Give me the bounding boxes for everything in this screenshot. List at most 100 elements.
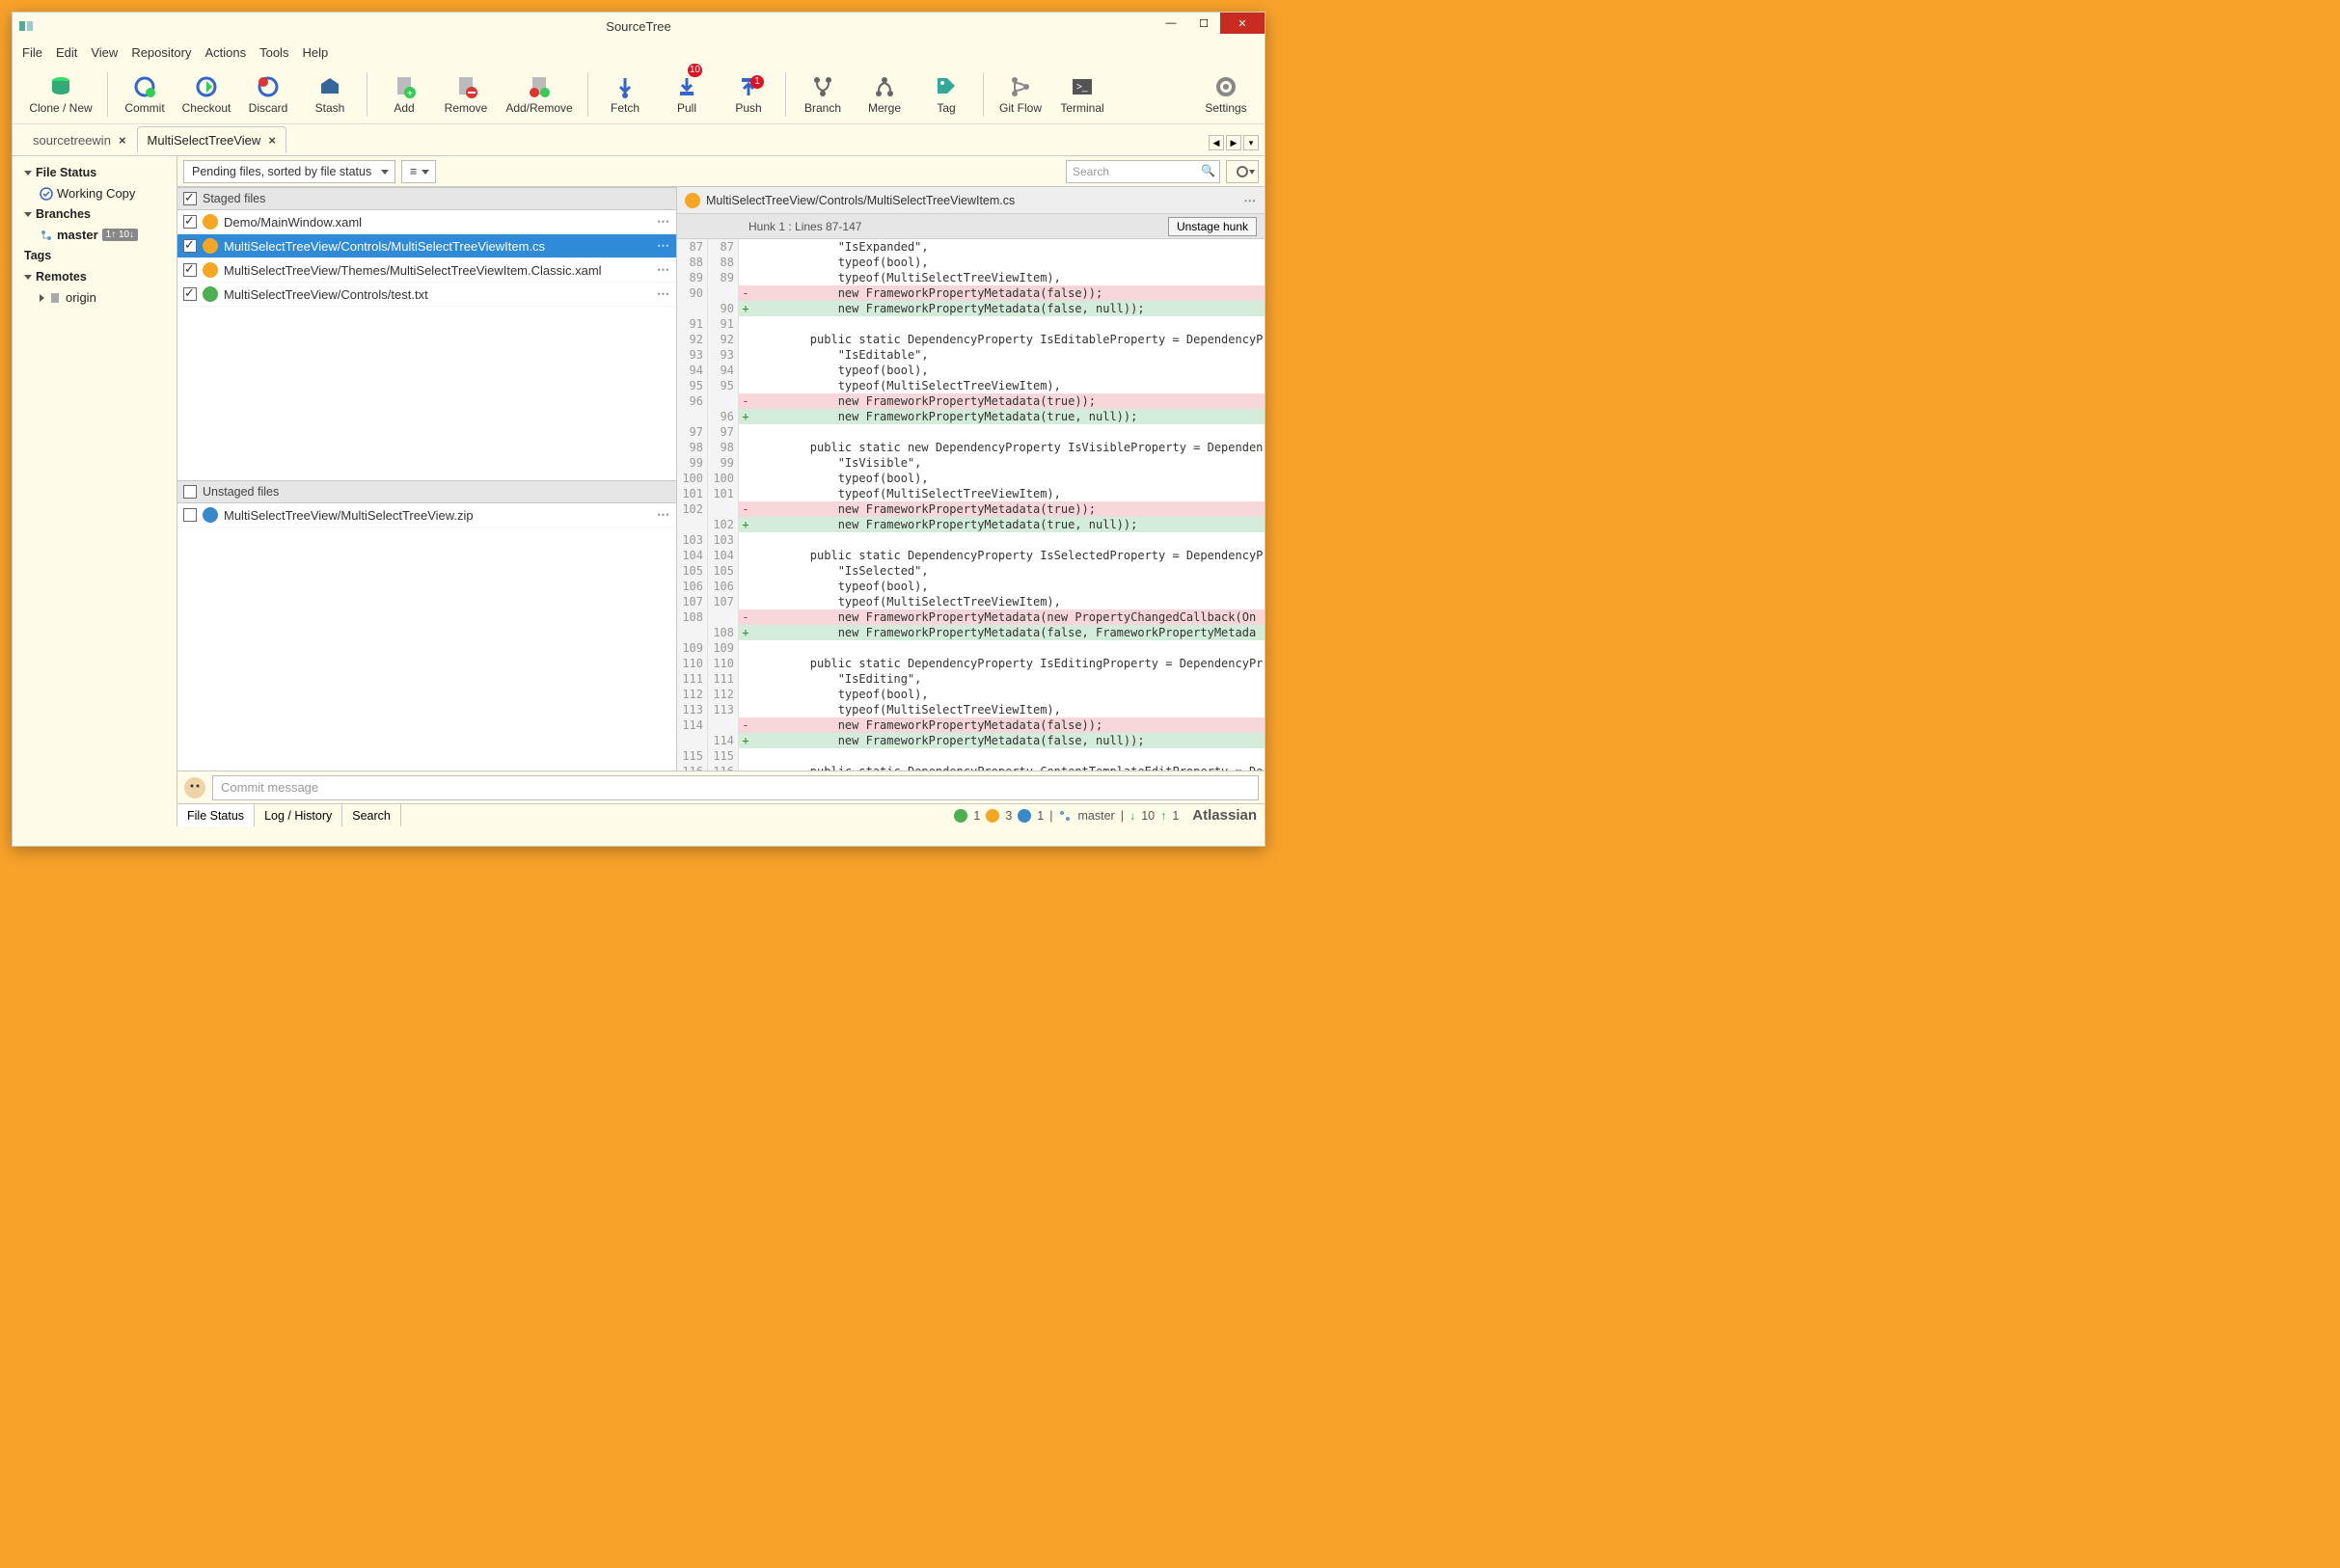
- diff-line[interactable]: 105105 "IsSelected",: [677, 563, 1265, 579]
- close-icon[interactable]: ×: [268, 133, 276, 148]
- gitflow-button[interactable]: Git Flow: [992, 66, 1049, 123]
- diff-line[interactable]: 8989 typeof(MultiSelectTreeViewItem),: [677, 270, 1265, 285]
- diff-line[interactable]: 113113 typeof(MultiSelectTreeViewItem),: [677, 702, 1265, 717]
- tab-nav-right[interactable]: ▶: [1226, 135, 1241, 150]
- diff-line[interactable]: 96- new FrameworkPropertyMetadata(true))…: [677, 393, 1265, 409]
- close-icon[interactable]: ×: [119, 133, 126, 148]
- diff-line[interactable]: 115115: [677, 748, 1265, 764]
- sidebar-origin[interactable]: origin: [16, 287, 173, 308]
- stage-all-checkbox[interactable]: [183, 192, 197, 205]
- diff-line[interactable]: 90- new FrameworkPropertyMetadata(false)…: [677, 285, 1265, 301]
- diff-line[interactable]: 8888 typeof(bool),: [677, 255, 1265, 270]
- diff-line[interactable]: 109109: [677, 640, 1265, 656]
- maximize-button[interactable]: ☐: [1187, 13, 1220, 34]
- diff-line[interactable]: 108- new FrameworkPropertyMetadata(new P…: [677, 609, 1265, 625]
- checkout-button[interactable]: Checkout: [177, 66, 235, 123]
- commit-message-input[interactable]: Commit message: [212, 775, 1259, 800]
- diff-line[interactable]: 108+ new FrameworkPropertyMetadata(false…: [677, 625, 1265, 640]
- diff-line[interactable]: 90+ new FrameworkPropertyMetadata(false,…: [677, 301, 1265, 316]
- search-input[interactable]: Search 🔍: [1066, 160, 1220, 183]
- menu-help[interactable]: Help: [302, 45, 328, 60]
- file-row[interactable]: Demo/MainWindow.xaml⋯: [177, 210, 676, 234]
- tab-filestatus[interactable]: File Status: [177, 804, 255, 826]
- tag-button[interactable]: Tag: [917, 66, 975, 123]
- diff-line[interactable]: 96+ new FrameworkPropertyMetadata(true, …: [677, 409, 1265, 424]
- diff-line[interactable]: 9292 public static DependencyProperty Is…: [677, 332, 1265, 347]
- file-menu[interactable]: ⋯: [657, 238, 670, 254]
- file-checkbox[interactable]: [183, 508, 197, 522]
- stash-button[interactable]: Stash: [301, 66, 359, 123]
- addremove-button[interactable]: Add/Remove: [499, 66, 580, 123]
- discard-button[interactable]: Discard: [239, 66, 297, 123]
- tab-multiselecttreeview[interactable]: MultiSelectTreeView×: [137, 126, 286, 153]
- filter-dropdown[interactable]: Pending files, sorted by file status: [183, 160, 395, 183]
- file-row[interactable]: MultiSelectTreeView/MultiSelectTreeView.…: [177, 503, 676, 527]
- file-row[interactable]: MultiSelectTreeView/Controls/MultiSelect…: [177, 234, 676, 258]
- diff-code[interactable]: 8787 "IsExpanded",8888 typeof(bool),8989…: [677, 239, 1265, 770]
- diff-line[interactable]: 9191: [677, 316, 1265, 332]
- tab-nav-left[interactable]: ◀: [1209, 135, 1224, 150]
- tab-sourcetreewin[interactable]: sourcetreewin×: [22, 126, 137, 153]
- diff-line[interactable]: 101101 typeof(MultiSelectTreeViewItem),: [677, 486, 1265, 501]
- file-menu[interactable]: ⋯: [657, 507, 670, 523]
- fetch-button[interactable]: Fetch: [596, 66, 654, 123]
- sidebar-workingcopy[interactable]: Working Copy: [16, 183, 173, 203]
- commit-button[interactable]: Commit: [116, 66, 174, 123]
- diff-line[interactable]: 9393 "IsEditable",: [677, 347, 1265, 363]
- merge-button[interactable]: Merge: [856, 66, 913, 123]
- sidebar-filestatus[interactable]: File Status: [16, 162, 173, 183]
- remove-button[interactable]: Remove: [437, 66, 495, 123]
- diff-line[interactable]: 8787 "IsExpanded",: [677, 239, 1265, 255]
- menu-file[interactable]: File: [22, 45, 42, 60]
- unstage-all-checkbox[interactable]: [183, 485, 197, 499]
- file-checkbox[interactable]: [183, 263, 197, 277]
- push-button[interactable]: 1 Push: [720, 66, 777, 123]
- diff-line[interactable]: 114+ new FrameworkPropertyMetadata(false…: [677, 733, 1265, 748]
- diff-line[interactable]: 114- new FrameworkPropertyMetadata(false…: [677, 717, 1265, 733]
- menu-edit[interactable]: Edit: [56, 45, 77, 60]
- sidebar-master[interactable]: master 1↑ 10↓: [16, 225, 173, 245]
- file-menu[interactable]: ⋯: [657, 214, 670, 230]
- file-menu[interactable]: ⋯: [657, 262, 670, 278]
- diff-line[interactable]: 9999 "IsVisible",: [677, 455, 1265, 471]
- branch-button[interactable]: Branch: [794, 66, 852, 123]
- diff-line[interactable]: 104104 public static DependencyProperty …: [677, 548, 1265, 563]
- tab-loghistory[interactable]: Log / History: [255, 804, 342, 826]
- sidebar-remotes[interactable]: Remotes: [16, 266, 173, 287]
- menu-repository[interactable]: Repository: [131, 45, 191, 60]
- diff-line[interactable]: 100100 typeof(bool),: [677, 471, 1265, 486]
- add-button[interactable]: + Add: [375, 66, 433, 123]
- diff-line[interactable]: 112112 typeof(bool),: [677, 687, 1265, 702]
- tab-nav-list[interactable]: ▾: [1243, 135, 1259, 150]
- file-checkbox[interactable]: [183, 215, 197, 229]
- settings-button[interactable]: Settings: [1197, 66, 1255, 123]
- minimize-button[interactable]: —: [1155, 13, 1187, 34]
- diff-line[interactable]: 102- new FrameworkPropertyMetadata(true)…: [677, 501, 1265, 517]
- menu-view[interactable]: View: [91, 45, 118, 60]
- file-menu[interactable]: ⋯: [657, 286, 670, 302]
- clone-button[interactable]: Clone / New: [22, 66, 99, 123]
- diff-line[interactable]: 9797: [677, 424, 1265, 440]
- file-checkbox[interactable]: [183, 287, 197, 301]
- diff-line[interactable]: 110110 public static DependencyProperty …: [677, 656, 1265, 671]
- diff-line[interactable]: 106106 typeof(bool),: [677, 579, 1265, 594]
- diff-line[interactable]: 111111 "IsEditing",: [677, 671, 1265, 687]
- view-dropdown[interactable]: ≡: [401, 160, 436, 183]
- diff-line[interactable]: 9595 typeof(MultiSelectTreeViewItem),: [677, 378, 1265, 393]
- close-button[interactable]: ✕: [1220, 13, 1265, 34]
- file-checkbox[interactable]: [183, 239, 197, 253]
- pull-button[interactable]: 10 Pull: [658, 66, 716, 123]
- tab-search[interactable]: Search: [342, 804, 401, 826]
- diff-line[interactable]: 107107 typeof(MultiSelectTreeViewItem),: [677, 594, 1265, 609]
- diff-line[interactable]: 102+ new FrameworkPropertyMetadata(true,…: [677, 517, 1265, 532]
- titlebar[interactable]: SourceTree — ☐ ✕: [13, 13, 1265, 40]
- menu-tools[interactable]: Tools: [259, 45, 288, 60]
- diff-line[interactable]: 116116 public static DependencyProperty …: [677, 764, 1265, 770]
- sidebar-branches[interactable]: Branches: [16, 203, 173, 225]
- diff-line[interactable]: 103103: [677, 532, 1265, 548]
- options-button[interactable]: [1226, 160, 1259, 183]
- file-row[interactable]: MultiSelectTreeView/Controls/test.txt⋯: [177, 283, 676, 307]
- diff-menu[interactable]: ⋯: [1244, 193, 1258, 207]
- menu-actions[interactable]: Actions: [204, 45, 246, 60]
- diff-line[interactable]: 9494 typeof(bool),: [677, 363, 1265, 378]
